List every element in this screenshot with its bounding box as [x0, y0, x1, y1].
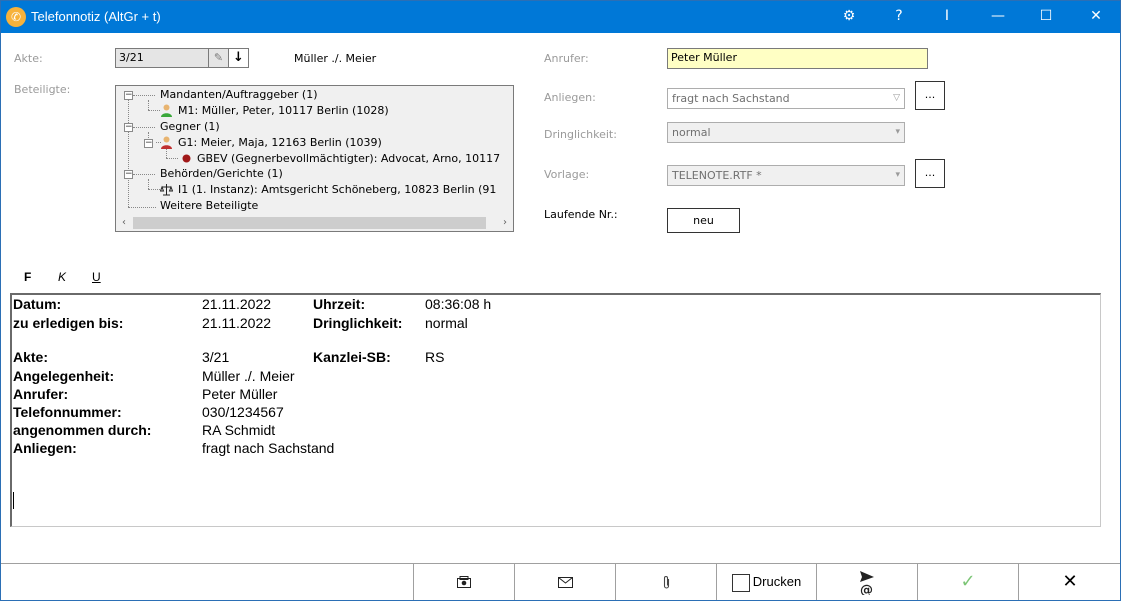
- dringlichkeit-value: normal: [672, 126, 711, 139]
- envelope-icon: [557, 576, 573, 588]
- svg-text:@: @: [860, 583, 873, 595]
- editor-kanzlei-value: RS: [425, 349, 445, 365]
- send-at-icon: @: [860, 571, 874, 598]
- vorlage-value: TELENOTE.RTF *: [672, 169, 762, 182]
- pin-icon[interactable]: ✎: [208, 48, 229, 68]
- chevron-down-icon[interactable]: ▾: [895, 123, 900, 142]
- title-bar: ✆ Telefonnotiz (AltGr + t) ⚙ ? I — ☐ ✕: [0, 0, 1121, 33]
- editor-akte-label: Akte:: [13, 349, 49, 365]
- vorlage-label: Vorlage:: [544, 168, 590, 181]
- anliegen-label: Anliegen:: [544, 91, 596, 104]
- send-email-button[interactable]: @: [816, 564, 917, 601]
- window-title: Telefonnotiz (AltGr + t): [31, 9, 161, 24]
- minimize-button[interactable]: —: [975, 0, 1021, 33]
- scrollbar-thumb[interactable]: [133, 217, 486, 229]
- anliegen-more-button[interactable]: ...: [915, 81, 945, 110]
- collapse-icon[interactable]: −: [124, 123, 133, 132]
- person-green-icon: [161, 104, 172, 117]
- maximize-button[interactable]: ☐: [1023, 0, 1069, 33]
- scroll-left-icon[interactable]: ‹: [116, 215, 132, 231]
- info-icon[interactable]: I: [924, 0, 970, 33]
- akte-name: Müller ./. Meier: [294, 52, 377, 65]
- editor-erledigen-value: 21.11.2022: [202, 315, 272, 331]
- settings-icon[interactable]: ⚙: [826, 0, 872, 33]
- italic-button[interactable]: K: [58, 270, 66, 284]
- editor-telefon-value: 030/1234567: [202, 404, 284, 420]
- anrufer-input[interactable]: Peter Müller: [667, 48, 928, 69]
- editor-anliegen-label: Anliegen:: [13, 440, 77, 456]
- chevron-down-icon[interactable]: ▽: [893, 89, 900, 108]
- court-icon: [160, 184, 173, 196]
- help-icon[interactable]: ?: [876, 0, 922, 33]
- scroll-right-icon[interactable]: ›: [497, 215, 513, 231]
- beteiligte-tree[interactable]: − Mandanten/Auftraggeber (1) M1: Müller,…: [115, 85, 514, 232]
- tree-item-g1[interactable]: G1: Meier, Maja, 12163 Berlin (1039): [178, 135, 382, 151]
- note-editor[interactable]: Datum: 21.11.2022 Uhrzeit: 08:36:08 h zu…: [10, 293, 1101, 527]
- editor-kanzlei-label: Kanzlei-SB:: [313, 349, 391, 365]
- editor-anrufer-value: Peter Müller: [202, 386, 278, 402]
- person-red-icon: [161, 136, 172, 149]
- horizontal-scrollbar[interactable]: ‹ ›: [116, 215, 513, 231]
- tree-item-i1[interactable]: I1 (1. Instanz): Amtsgericht Schöneberg,…: [178, 182, 496, 198]
- editor-uhrzeit-label: Uhrzeit:: [313, 296, 366, 312]
- editor-datum-label: Datum:: [13, 296, 62, 312]
- seal-icon: [182, 154, 191, 163]
- anliegen-value: fragt nach Sachstand: [672, 92, 790, 105]
- vorlage-more-button[interactable]: ...: [915, 159, 945, 188]
- tree-item-m1[interactable]: M1: Müller, Peter, 10117 Berlin (1028): [178, 103, 389, 119]
- dringlichkeit-combo[interactable]: normal ▾: [667, 122, 905, 143]
- attachment-button[interactable]: [615, 564, 716, 601]
- laufende-nr-label: Laufende Nr.:: [544, 208, 618, 221]
- close-button[interactable]: ✕: [1073, 0, 1119, 33]
- akte-input[interactable]: 3/21: [115, 48, 209, 68]
- anrufer-label: Anrufer:: [544, 52, 589, 65]
- beteiligte-label: Beteiligte:: [14, 83, 71, 96]
- editor-anrufer-label: Anrufer:: [13, 386, 69, 402]
- bottom-toolbar: Drucken @ ✓ ✕: [0, 563, 1121, 601]
- tree-item-gegner[interactable]: Gegner (1): [160, 119, 220, 135]
- tree-item-weitere[interactable]: Weitere Beteiligte: [160, 198, 258, 214]
- editor-angenommen-value: RA Schmidt: [202, 422, 276, 438]
- tree-item-gbev[interactable]: GBEV (Gegnerbevollmächtigter): Advocat, …: [197, 151, 500, 167]
- phone-icon: ✆: [6, 7, 26, 27]
- text-caret: [13, 492, 14, 509]
- tree-item-behoerden[interactable]: Behörden/Gerichte (1): [160, 166, 283, 182]
- vorlage-combo[interactable]: TELENOTE.RTF * ▾: [667, 165, 905, 186]
- editor-akte-value: 3/21: [202, 349, 230, 365]
- editor-erledigen-label: zu erledigen bis:: [13, 315, 124, 331]
- editor-datum-value: 21.11.2022: [202, 296, 272, 312]
- editor-uhrzeit-value: 08:36:08 h: [425, 296, 492, 312]
- cancel-button[interactable]: ✕: [1018, 564, 1121, 601]
- paperclip-icon: [663, 575, 669, 589]
- editor-telefon-label: Telefonnummer:: [13, 404, 122, 420]
- editor-angenommen-label: angenommen durch:: [13, 422, 152, 438]
- collapse-icon[interactable]: −: [124, 170, 133, 179]
- collapse-icon[interactable]: −: [144, 139, 153, 148]
- chevron-down-icon[interactable]: ▾: [895, 166, 900, 185]
- editor-dringlichkeit-value: normal: [425, 315, 468, 331]
- drucken-checkbox[interactable]: Drucken: [716, 564, 816, 601]
- bold-button[interactable]: F: [24, 270, 31, 284]
- underline-button[interactable]: U: [92, 270, 101, 284]
- editor-anliegen-value: fragt nach Sachstand: [202, 440, 335, 456]
- editor-angelegenheit-label: Angelegenheit:: [13, 368, 115, 384]
- collapse-icon[interactable]: −: [124, 91, 133, 100]
- editor-angelegenheit-value: Müller ./. Meier: [202, 368, 295, 384]
- arrow-down-icon[interactable]: ↓: [228, 48, 249, 68]
- fax-button[interactable]: [413, 564, 514, 601]
- email-button[interactable]: [514, 564, 615, 601]
- drucken-label: Drucken: [752, 574, 802, 589]
- dringlichkeit-label: Dringlichkeit:: [544, 128, 617, 141]
- fax-icon: [457, 576, 471, 588]
- tree-item-mandanten[interactable]: Mandanten/Auftraggeber (1): [160, 87, 318, 103]
- checkbox-icon[interactable]: [731, 573, 750, 592]
- akte-label: Akte:: [14, 52, 43, 65]
- editor-dringlichkeit-label: Dringlichkeit:: [313, 315, 403, 331]
- anliegen-combo[interactable]: fragt nach Sachstand ▽: [667, 88, 905, 109]
- neu-button[interactable]: neu: [667, 208, 740, 233]
- ok-button[interactable]: ✓: [917, 564, 1018, 601]
